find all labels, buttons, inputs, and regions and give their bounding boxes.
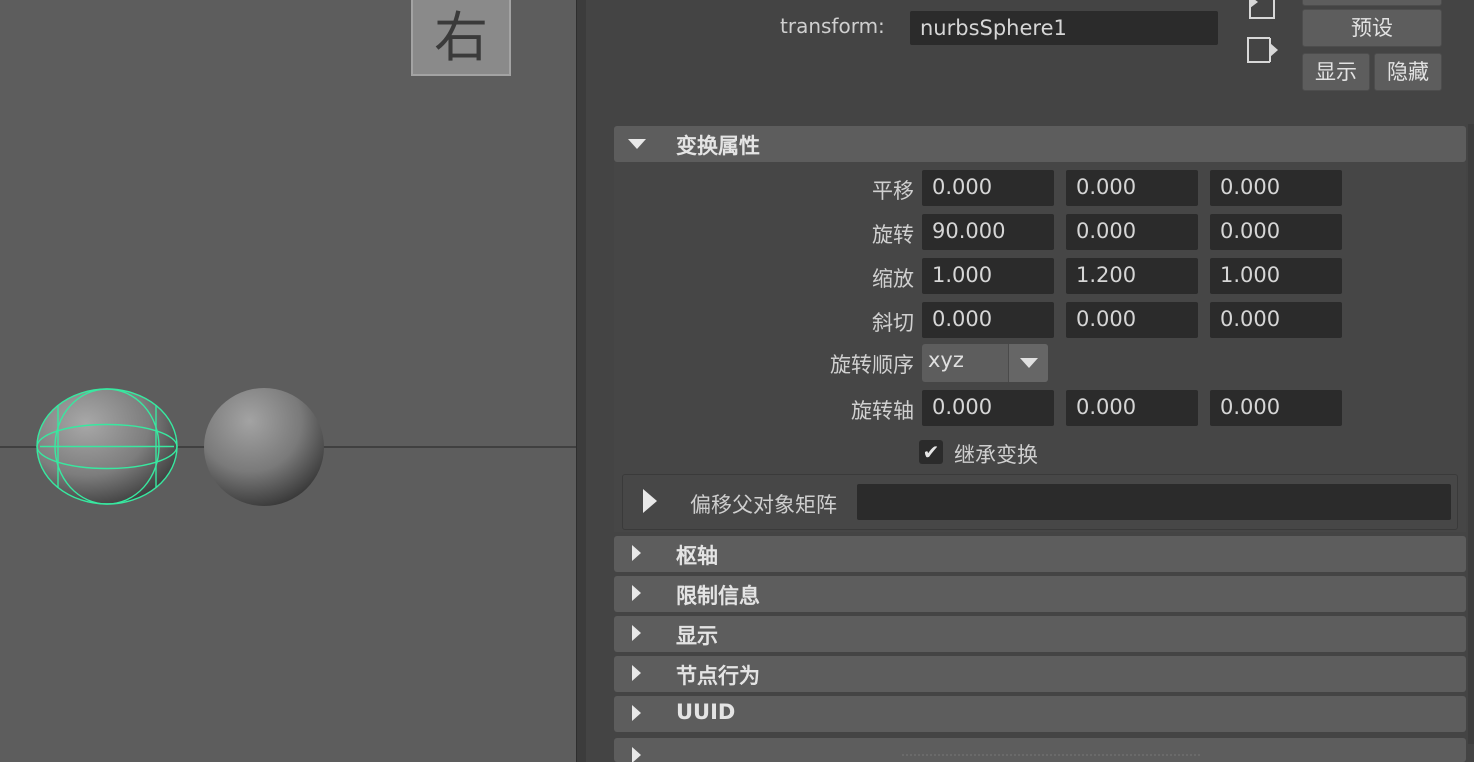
selected-nurbs-sphere[interactable]: [36, 388, 178, 505]
shear-label: 斜切: [872, 311, 914, 335]
shear-z-field[interactable]: 0.000: [1210, 302, 1342, 338]
nurbs-sphere[interactable]: [203, 387, 325, 507]
offset-parent-matrix-frame[interactable]: 偏移父对象矩阵: [622, 474, 1458, 530]
inherits-transform-checkbox[interactable]: ✔: [919, 440, 943, 464]
node-name-field[interactable]: nurbsSphere1: [910, 11, 1218, 45]
view-cube-label[interactable]: 右: [411, 0, 511, 76]
rotate-axis-label: 旋转轴: [851, 399, 914, 423]
offset-parent-matrix-field[interactable]: [857, 484, 1451, 520]
scale-y-field[interactable]: 1.200: [1066, 258, 1198, 294]
section-label: 限制信息: [676, 584, 760, 608]
expand-arrow-icon: [632, 665, 641, 681]
expand-arrow-icon: [632, 625, 641, 641]
focus-output-icon[interactable]: [1244, 34, 1280, 66]
expand-arrow-icon: [632, 545, 641, 561]
hide-button[interactable]: 隐藏: [1374, 53, 1442, 91]
offset-parent-matrix-label: 偏移父对象矩阵: [690, 493, 837, 517]
rotate-order-label: 旋转顺序: [830, 353, 914, 377]
rotate-y-field[interactable]: 0.000: [1066, 214, 1198, 250]
section-label: UUID: [676, 700, 736, 724]
inherits-transform-label: 继承变换: [954, 443, 1038, 467]
translate-y-field[interactable]: 0.000: [1066, 170, 1198, 206]
section-node-behavior[interactable]: 节点行为: [614, 656, 1466, 692]
scale-x-field[interactable]: 1.000: [922, 258, 1054, 294]
section-label: 枢轴: [676, 544, 718, 568]
scale-label: 缩放: [872, 267, 914, 291]
rotate-order-value: xyz: [928, 348, 964, 372]
rotate-order-dropdown[interactable]: xyz: [922, 344, 1048, 382]
rotate-axis-x-field[interactable]: 0.000: [922, 390, 1054, 426]
rotate-label: 旋转: [872, 223, 914, 247]
rotate-axis-z-field[interactable]: 0.000: [1210, 390, 1342, 426]
rotate-axis-y-field[interactable]: 0.000: [1066, 390, 1198, 426]
section-transform-attributes[interactable]: 变换属性: [614, 126, 1466, 162]
chevron-down-icon: [1020, 358, 1038, 368]
show-button[interactable]: 显示: [1302, 53, 1370, 91]
rotate-z-field[interactable]: 0.000: [1210, 214, 1342, 250]
shear-x-field[interactable]: 0.000: [922, 302, 1054, 338]
scale-z-field[interactable]: 1.000: [1210, 258, 1342, 294]
expand-arrow-icon: [632, 585, 641, 601]
attribute-editor: transform: nurbsSphere1 预设 显示 隐藏 变换属性 平移…: [586, 0, 1474, 762]
collapse-arrow-icon: [628, 139, 646, 149]
section-uuid[interactable]: UUID: [614, 696, 1466, 732]
translate-x-field[interactable]: 0.000: [922, 170, 1054, 206]
viewport-panel[interactable]: 右: [0, 0, 576, 762]
presets-button[interactable]: 预设: [1302, 9, 1442, 47]
section-pivots[interactable]: 枢轴: [614, 536, 1466, 572]
top-button-stub[interactable]: [1302, 0, 1442, 6]
section-label: 节点行为: [676, 664, 760, 688]
expand-arrow-icon: [632, 747, 641, 762]
section-label: 显示: [676, 624, 718, 648]
section-display[interactable]: 显示: [614, 616, 1466, 652]
expand-arrow-icon[interactable]: [643, 489, 657, 513]
resize-grip[interactable]: [902, 754, 1200, 758]
node-type-label: transform:: [780, 14, 885, 38]
section-limit-information[interactable]: 限制信息: [614, 576, 1466, 612]
expand-arrow-icon: [632, 705, 641, 721]
panel-splitter[interactable]: [576, 0, 586, 762]
section-extra-attributes-partial[interactable]: [614, 738, 1466, 762]
dropdown-button[interactable]: [1008, 344, 1048, 382]
translate-z-field[interactable]: 0.000: [1210, 170, 1342, 206]
shear-y-field[interactable]: 0.000: [1066, 302, 1198, 338]
scrollbar[interactable]: [1468, 124, 1474, 744]
section-label: 变换属性: [676, 134, 760, 158]
translate-label: 平移: [872, 179, 914, 203]
rotate-x-field[interactable]: 90.000: [922, 214, 1054, 250]
focus-input-icon[interactable]: [1244, 0, 1278, 24]
